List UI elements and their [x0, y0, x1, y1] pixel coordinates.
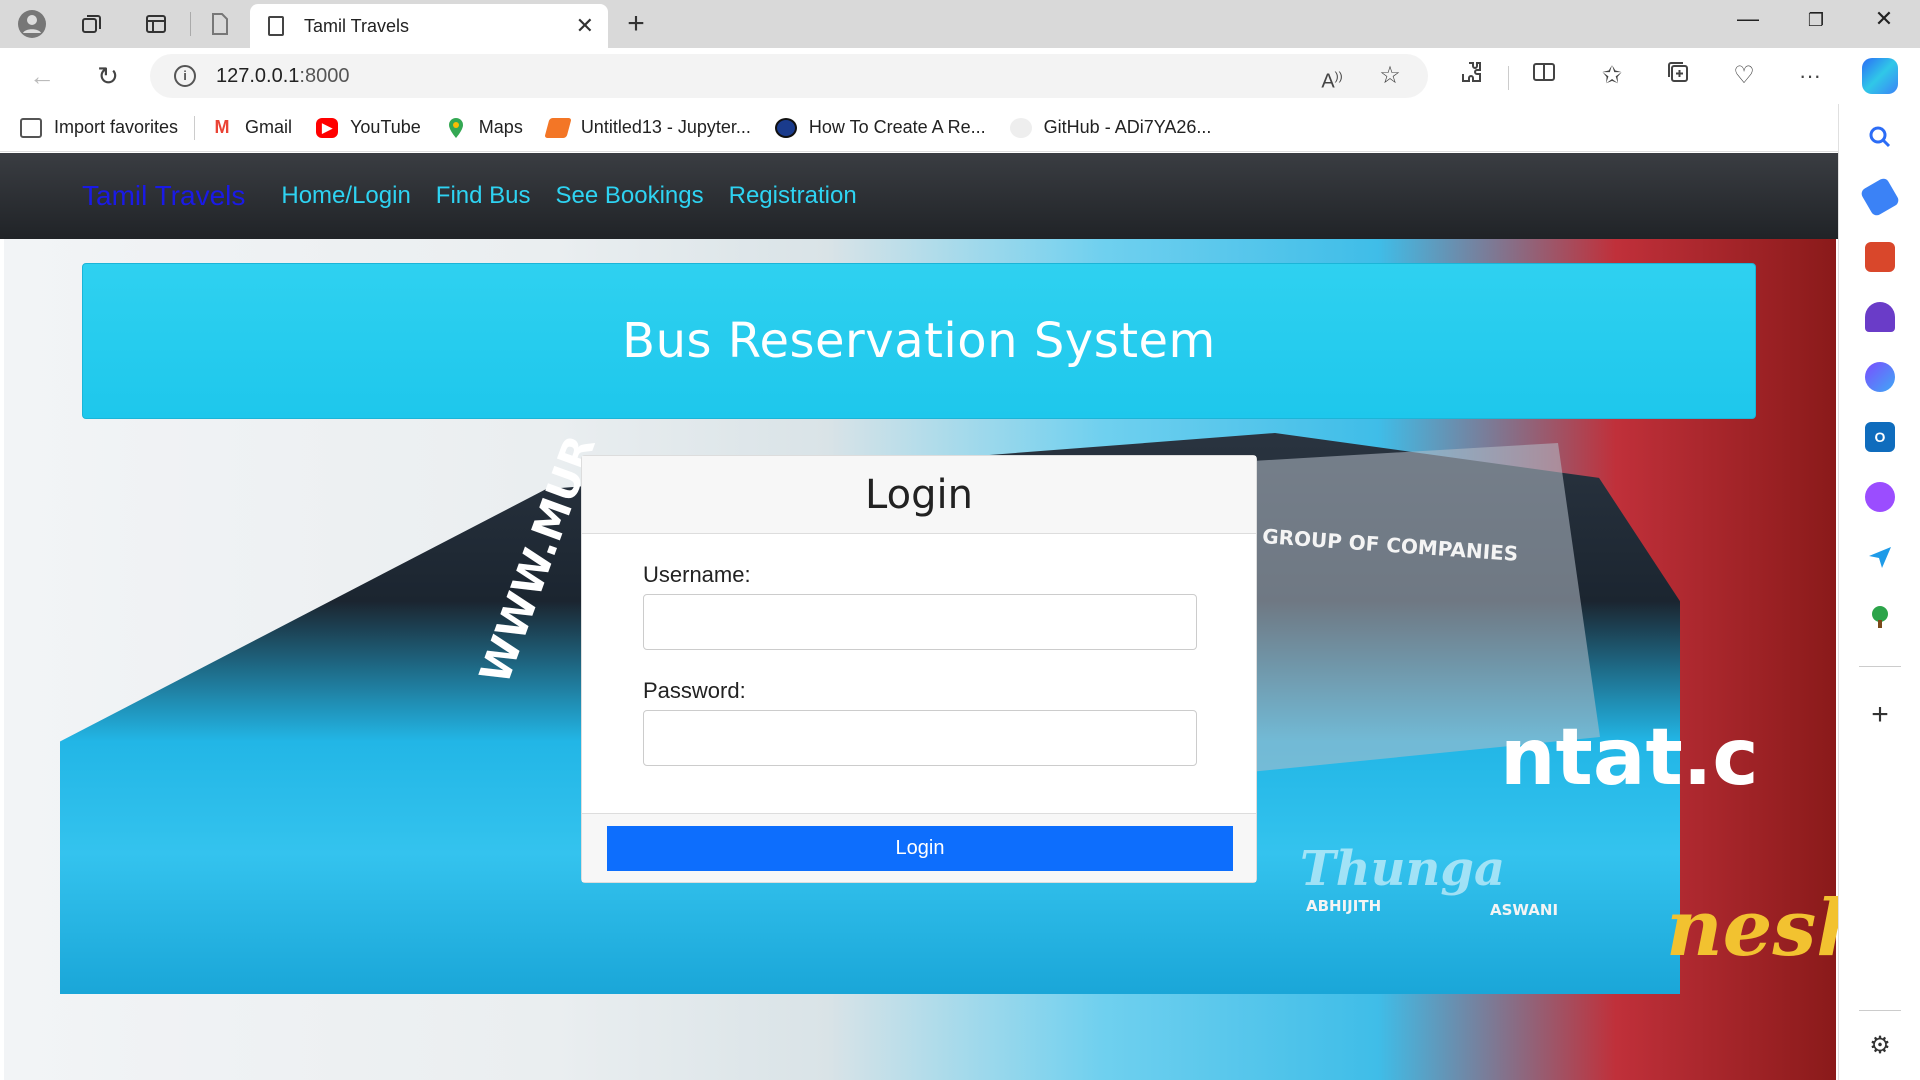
bookmark-gmail[interactable]: M Gmail — [211, 117, 292, 138]
import-favorites-icon — [20, 117, 42, 138]
password-input[interactable] — [643, 710, 1197, 766]
minimize-icon[interactable]: — — [1728, 6, 1768, 32]
edge-sidebar: O + ⚙ — [1838, 104, 1920, 1080]
copilot-icon[interactable] — [1862, 58, 1898, 94]
maps-icon — [445, 117, 467, 138]
workspaces-icon[interactable] — [76, 8, 108, 40]
address-bar[interactable]: i 127.0.0.1:8000 — [150, 54, 1428, 98]
outlook-icon[interactable]: O — [1865, 422, 1895, 452]
collections-icon[interactable] — [1662, 60, 1694, 93]
nav-home-login[interactable]: Home/Login — [281, 182, 410, 210]
globe-avatar-icon — [774, 117, 797, 138]
window-close-icon[interactable]: ✕ — [1864, 6, 1904, 32]
bookmark-label: Gmail — [245, 117, 293, 137]
address-toolbar: ← ↻ i 127.0.0.1:8000 A)) ☆ ✩ ♡ ··· — [0, 48, 1920, 104]
bookmarks-bar: Import favorites M Gmail ▶ YouTube Maps … — [0, 104, 1838, 152]
tab-actions-icon[interactable] — [140, 8, 172, 40]
username-label: Username: — [643, 562, 751, 587]
bus-text-right: ntat.c — [1500, 713, 1759, 803]
site-navbar: Tamil Travels Home/Login Find Bus See Bo… — [0, 153, 1838, 239]
login-title: Login — [865, 471, 973, 518]
bus-text-nesh: nesh — [1666, 883, 1838, 974]
login-card-footer: Login — [582, 813, 1256, 882]
login-card: Login Username: Password: Login — [581, 455, 1257, 883]
microsoft365-icon[interactable] — [1865, 362, 1895, 392]
bookmark-maps[interactable]: Maps — [445, 117, 523, 138]
more-options-icon[interactable]: ··· — [1794, 60, 1826, 92]
site-info-icon[interactable]: i — [174, 65, 196, 87]
bookmark-import-favorites[interactable]: Import favorites — [20, 117, 178, 138]
bus-text-thunga: Thunga — [1300, 841, 1506, 897]
new-tab-icon[interactable]: + — [620, 7, 652, 40]
login-button[interactable]: Login — [607, 826, 1233, 871]
refresh-icon[interactable]: ↻ — [92, 60, 124, 92]
bookmark-github[interactable]: GitHub - ADi7YA26... — [1009, 117, 1212, 138]
bookmark-label: Maps — [478, 117, 523, 137]
close-tab-icon[interactable]: ✕ — [576, 13, 594, 39]
page-title: Bus Reservation System — [622, 313, 1216, 369]
favorites-list-icon[interactable]: ✩ — [1596, 60, 1628, 92]
bookmark-label: YouTube — [350, 117, 421, 137]
designer-icon[interactable] — [1865, 482, 1895, 512]
jupyter-icon — [544, 117, 572, 138]
split-screen-icon[interactable] — [1528, 60, 1560, 93]
tree-icon[interactable] — [1865, 602, 1895, 632]
nav-see-bookings[interactable]: See Bookings — [556, 182, 704, 210]
send-icon[interactable] — [1865, 542, 1895, 572]
tab-active[interactable]: Tamil Travels ✕ — [250, 4, 608, 48]
youtube-icon: ▶ — [316, 117, 339, 138]
bookmark-jupyter[interactable]: Untitled13 - Jupyter... — [544, 117, 751, 138]
profile-icon[interactable] — [16, 8, 48, 40]
search-icon[interactable] — [1865, 122, 1895, 152]
extensions-icon[interactable] — [1456, 60, 1488, 93]
bookmark-label: How To Create A Re... — [808, 117, 986, 137]
add-sidebar-app-icon[interactable]: + — [1865, 698, 1895, 731]
shopping-tag-icon[interactable] — [1859, 176, 1901, 218]
tools-icon[interactable] — [1865, 242, 1895, 272]
page-icon — [268, 16, 284, 36]
favorite-star-icon[interactable]: ☆ — [1374, 60, 1406, 92]
restore-icon[interactable]: ❐ — [1796, 10, 1836, 31]
bookmark-youtube[interactable]: ▶ YouTube — [316, 117, 421, 138]
nav-find-bus[interactable]: Find Bus — [436, 182, 531, 210]
url-text[interactable]: 127.0.0.1:8000 — [216, 65, 349, 88]
navbar-brand[interactable]: Tamil Travels — [82, 180, 245, 212]
read-aloud-icon[interactable]: A)) — [1316, 60, 1348, 98]
bus-text-abhijith: ABHIJITH — [1306, 897, 1382, 915]
back-icon[interactable]: ← — [26, 60, 58, 92]
github-icon — [1009, 117, 1032, 138]
tab-title: Tamil Travels — [304, 15, 410, 36]
password-label: Password: — [643, 678, 746, 703]
login-card-header: Login — [582, 456, 1256, 534]
username-input[interactable] — [643, 594, 1197, 650]
gmail-icon: M — [211, 117, 234, 138]
hero-banner: Bus Reservation System — [82, 263, 1756, 419]
games-icon[interactable] — [1865, 302, 1895, 332]
sidebar-settings-icon[interactable]: ⚙ — [1865, 1030, 1895, 1060]
bookmark-how-to-create[interactable]: How To Create A Re... — [774, 117, 986, 138]
inactive-tab-page-icon[interactable] — [204, 8, 236, 40]
page-viewport: Tamil Travels Home/Login Find Bus See Bo… — [0, 153, 1838, 1080]
browser-essentials-icon[interactable]: ♡ — [1728, 60, 1760, 92]
bus-text-aswani: ASWANI — [1490, 901, 1559, 919]
bookmark-label: Untitled13 - Jupyter... — [580, 117, 751, 137]
bookmark-label: Import favorites — [54, 117, 179, 137]
nav-registration[interactable]: Registration — [729, 182, 857, 210]
bookmark-label: GitHub - ADi7YA26... — [1043, 117, 1212, 137]
tab-strip: Tamil Travels ✕ + — ❐ ✕ — [0, 0, 1920, 48]
